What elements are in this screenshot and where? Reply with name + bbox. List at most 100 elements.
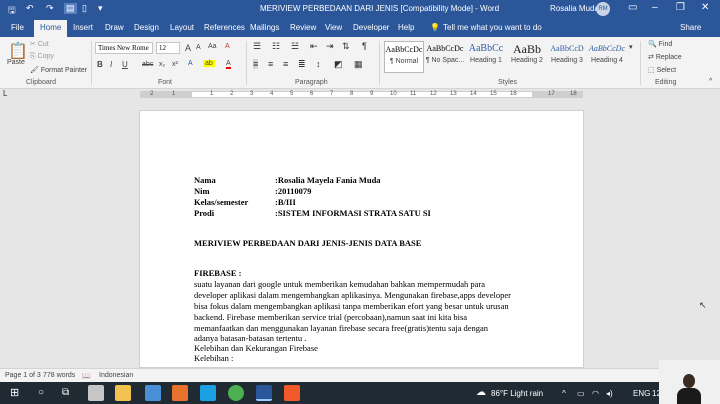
align-center-icon[interactable]: ≡ xyxy=(268,59,273,69)
style-heading-2[interactable]: AaBb Heading 2 xyxy=(507,41,547,73)
font-size-select[interactable]: 12 xyxy=(156,42,180,54)
align-left-icon[interactable]: ≡ xyxy=(253,59,259,69)
align-right-icon[interactable]: ≡ xyxy=(283,59,288,69)
tab-selector-icon[interactable]: L xyxy=(3,89,7,98)
sort-icon[interactable]: ⇅ xyxy=(342,41,350,52)
tell-me-box[interactable]: Tell me what you want to do xyxy=(443,23,542,32)
tab-review[interactable]: Review xyxy=(290,23,316,32)
app-icon[interactable] xyxy=(145,385,161,401)
replace-button[interactable]: ⇄ Replace xyxy=(648,53,682,61)
select-button[interactable]: ⬚ Select xyxy=(648,66,676,74)
tab-references[interactable]: References xyxy=(204,23,245,32)
language-status[interactable]: Indonesian xyxy=(99,372,133,379)
copy-button[interactable]: ⎘ Copy xyxy=(30,53,54,61)
styles-more-icon[interactable]: ▾ xyxy=(629,43,633,51)
collapse-ribbon-icon[interactable]: ^ xyxy=(709,78,712,85)
word-count[interactable]: 778 words xyxy=(43,372,75,379)
font-color-icon[interactable]: A xyxy=(226,60,231,69)
text-effects-icon[interactable]: A xyxy=(188,60,193,67)
undo-icon[interactable]: ↶ xyxy=(26,3,34,14)
style-normal[interactable]: AaBbCcDc ¶ Normal xyxy=(384,41,424,73)
decrease-indent-icon[interactable]: ⇤ xyxy=(310,41,318,52)
customize-icon[interactable]: ▾ xyxy=(98,3,103,14)
shrink-font-button[interactable]: A xyxy=(196,44,201,51)
clear-formatting-button[interactable]: A xyxy=(225,43,230,50)
file-explorer-icon[interactable] xyxy=(115,385,131,401)
cut-button[interactable]: ✂ Cut xyxy=(30,40,49,48)
wifi-icon[interactable]: ◠ xyxy=(592,389,599,398)
language-indicator[interactable]: ENG xyxy=(633,389,650,398)
avatar[interactable]: RM xyxy=(596,2,610,16)
page-icon[interactable]: ▯ xyxy=(82,3,87,14)
app-icon[interactable] xyxy=(200,385,216,401)
style-heading-4[interactable]: AaBbCcDc Heading 4 xyxy=(587,41,627,73)
task-view-icon[interactable]: ⧉ xyxy=(62,387,69,398)
tray-chevron-icon[interactable]: ^ xyxy=(562,389,566,398)
style-heading-3[interactable]: AaBbCcD Heading 3 xyxy=(547,41,587,73)
show-marks-icon[interactable]: ¶ xyxy=(362,41,367,51)
document-canvas[interactable]: Nama :Rosalia Mayela Fania Muda Nim :201… xyxy=(0,100,720,368)
windows-start-icon[interactable]: ⊞ xyxy=(10,386,19,399)
change-case-button[interactable]: Aa xyxy=(208,43,217,50)
tab-design[interactable]: Design xyxy=(134,23,159,32)
share-button[interactable]: Share xyxy=(680,23,701,32)
save-icon[interactable]: 🖫 xyxy=(8,3,16,19)
tab-developer[interactable]: Developer xyxy=(353,23,389,32)
app-icon[interactable] xyxy=(172,385,188,401)
weather-text[interactable]: 86°F Light rain xyxy=(491,389,543,398)
chrome-icon[interactable] xyxy=(228,385,244,401)
font-name-select[interactable]: Times New Rome xyxy=(95,42,153,54)
page-count[interactable]: Page 1 of 3 xyxy=(5,372,41,379)
tab-home[interactable]: Home xyxy=(34,20,68,37)
highlight-icon[interactable]: ab xyxy=(203,60,215,67)
numbering-icon[interactable]: ☷ xyxy=(272,41,280,52)
bullets-icon[interactable]: ☰ xyxy=(253,41,261,52)
italic-button[interactable]: I xyxy=(110,60,112,69)
app-icon[interactable] xyxy=(284,385,300,401)
horizontal-ruler[interactable]: L 2 1 1 2 3 4 5 6 7 8 9 10 11 12 13 14 1… xyxy=(0,89,720,100)
tab-mailings[interactable]: Mailings xyxy=(250,23,279,32)
bold-button[interactable]: B xyxy=(97,60,103,69)
app-icon[interactable] xyxy=(88,385,104,401)
underline-button[interactable]: U xyxy=(122,60,128,69)
subscript-button[interactable]: x₂ xyxy=(159,61,165,68)
shading-icon[interactable]: ◩ xyxy=(334,59,343,70)
justify-icon[interactable]: ≣ xyxy=(298,59,306,70)
field-label: Prodi xyxy=(194,208,215,218)
multilevel-list-icon[interactable]: ☱ xyxy=(291,41,299,52)
network-icon[interactable]: ▭ xyxy=(577,389,585,398)
tab-file[interactable]: File xyxy=(11,23,24,32)
line-spacing-icon[interactable]: ↕ xyxy=(316,59,321,69)
document-page[interactable]: Nama :Rosalia Mayela Fania Muda Nim :201… xyxy=(139,110,584,368)
tab-insert[interactable]: Insert xyxy=(73,23,93,32)
strikethrough-button[interactable]: abc xyxy=(142,61,153,68)
tab-draw[interactable]: Draw xyxy=(105,23,124,32)
minimize-icon[interactable]: – xyxy=(652,2,658,13)
tab-layout[interactable]: Layout xyxy=(170,23,194,32)
borders-icon[interactable]: ▦ xyxy=(354,59,363,70)
style-no-spacing[interactable]: AaBbCcDc ¶ No Spac... xyxy=(425,41,465,73)
tab-help[interactable]: Help xyxy=(398,23,414,32)
field-value: :SISTEM INFORMASI STRATA SATU SI xyxy=(275,208,431,218)
tab-view[interactable]: View xyxy=(325,23,342,32)
user-name[interactable]: Rosalia Muda xyxy=(550,4,599,13)
style-heading-1[interactable]: AaBbCc Heading 1 xyxy=(466,41,506,73)
restore-icon[interactable]: ❐ xyxy=(676,2,685,13)
proofing-icon[interactable]: 📖 xyxy=(82,372,91,380)
close-icon[interactable]: ✕ xyxy=(701,2,709,13)
word-icon[interactable] xyxy=(256,385,272,401)
weather-icon[interactable]: ☁ xyxy=(476,387,486,398)
increase-indent-icon[interactable]: ⇥ xyxy=(326,41,334,52)
superscript-button[interactable]: x² xyxy=(172,61,178,68)
styles-group-label: Styles xyxy=(498,79,518,86)
paste-button[interactable]: Paste xyxy=(7,59,25,66)
ribbon-display-icon[interactable]: ▭ xyxy=(628,2,637,13)
search-icon[interactable]: ○ xyxy=(38,387,44,398)
find-button[interactable]: 🔍 Find xyxy=(648,40,672,48)
grow-font-button[interactable]: A xyxy=(185,43,191,53)
redo-icon[interactable]: ↷ xyxy=(46,3,54,14)
volume-icon[interactable]: ◂) xyxy=(606,389,613,398)
paste-icon[interactable]: 📋 xyxy=(8,41,28,61)
layout-icon[interactable]: ▤ xyxy=(64,3,77,14)
format-painter-button[interactable]: 🖌 Format Painter xyxy=(30,66,87,74)
